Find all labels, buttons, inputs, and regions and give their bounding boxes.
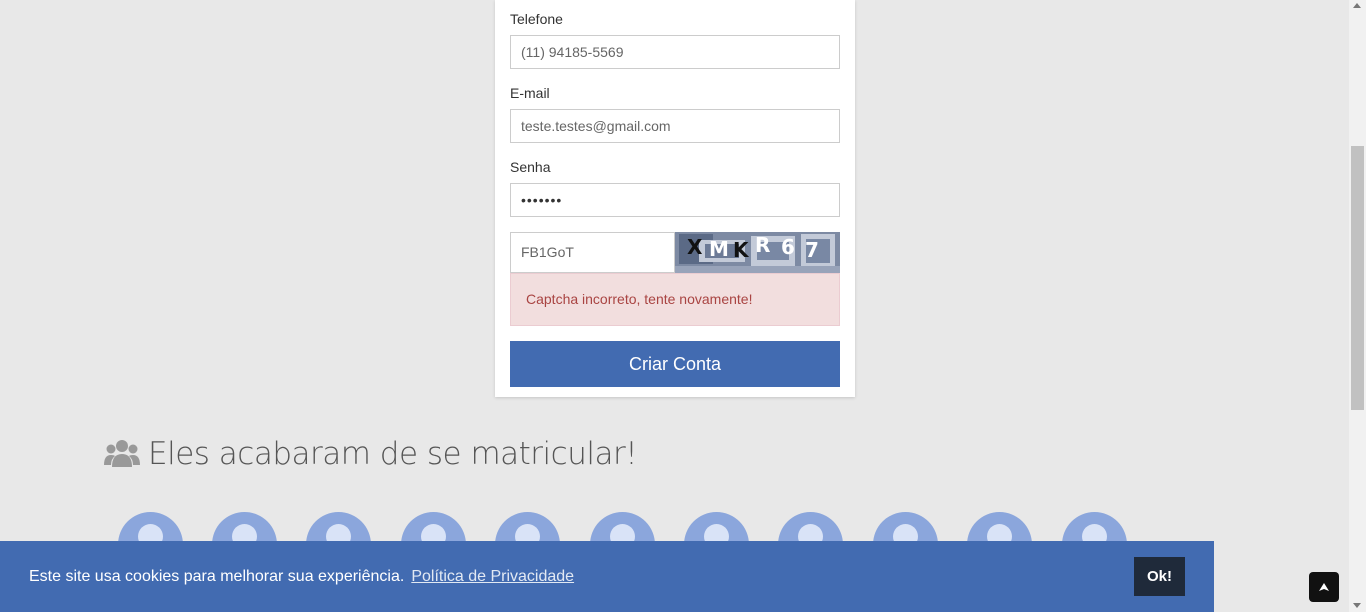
signup-form-card: Telefone (11) 94185-5569 E-mail teste.te… xyxy=(495,0,855,397)
cookie-message: Este site usa cookies para melhorar sua … xyxy=(29,567,405,585)
scroll-down-arrow-icon[interactable] xyxy=(1353,603,1361,608)
users-icon xyxy=(104,440,140,467)
email-label: E-mail xyxy=(510,85,550,101)
cookie-consent-bar: Este site usa cookies para melhorar sua … xyxy=(0,541,1214,612)
captcha-image: X M K R 6 7 xyxy=(675,232,840,273)
scrollbar-thumb[interactable] xyxy=(1351,146,1364,410)
captcha-char: R xyxy=(755,233,771,257)
captcha-char: X xyxy=(687,235,703,259)
captcha-char: 6 xyxy=(781,235,795,259)
captcha-char: 7 xyxy=(805,238,819,262)
captcha-row: FB1GoT X M K R 6 7 xyxy=(510,232,840,273)
scroll-up-arrow-icon[interactable] xyxy=(1353,3,1361,8)
phone-label: Telefone xyxy=(510,11,563,27)
recent-enrollments-heading: Eles acabaram de se matricular! xyxy=(104,434,638,474)
captcha-char: K xyxy=(733,238,749,262)
create-account-button[interactable]: Criar Conta xyxy=(510,341,840,387)
vertical-scrollbar[interactable] xyxy=(1349,0,1366,612)
privacy-policy-link[interactable]: Política de Privacidade xyxy=(411,568,574,586)
password-label: Senha xyxy=(510,159,551,175)
back-to-top-button[interactable] xyxy=(1309,572,1339,602)
captcha-char: M xyxy=(709,237,729,261)
arrow-up-icon xyxy=(1319,583,1329,591)
captcha-error-alert: Captcha incorreto, tente novamente! xyxy=(510,273,840,326)
phone-field[interactable]: (11) 94185-5569 xyxy=(510,35,840,69)
captcha-input[interactable]: FB1GoT xyxy=(510,232,675,273)
cookie-ok-button[interactable]: Ok! xyxy=(1134,557,1185,596)
section-title: Eles acabaram de se matricular! xyxy=(148,436,638,472)
email-field[interactable]: teste.testes@gmail.com xyxy=(510,109,840,143)
password-field[interactable]: ••••••• xyxy=(510,183,840,217)
